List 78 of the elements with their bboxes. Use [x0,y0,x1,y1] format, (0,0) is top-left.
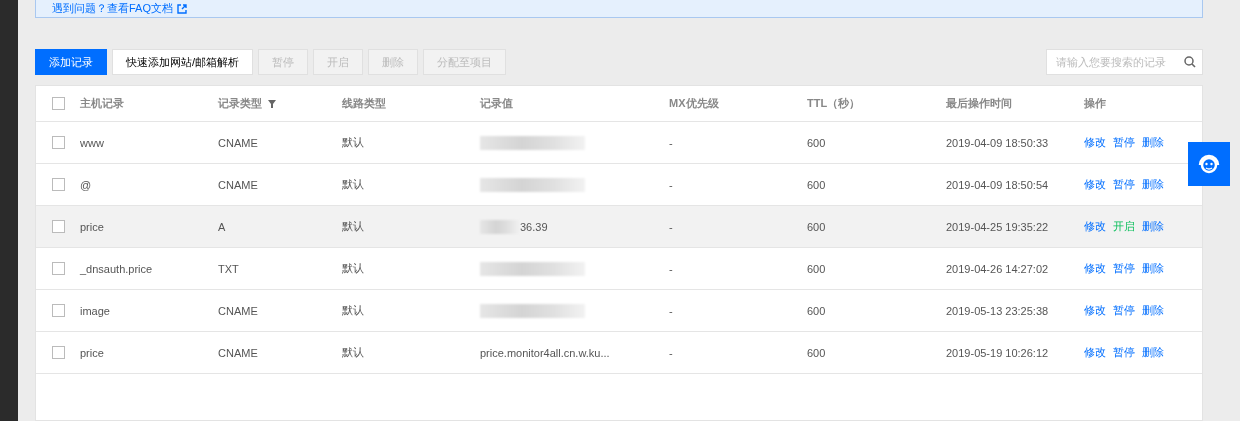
table-cell-text: _dnsauth.price [80,262,154,275]
action-link[interactable]: 修改 [1084,345,1106,360]
table-cell: price.monitor4all.cn.w.ku... [480,346,610,359]
row-checkbox[interactable] [51,220,65,233]
search-icon[interactable] [1184,56,1196,68]
table-cell-text: @ [80,178,93,191]
column-header: 线路类型 [342,96,387,111]
action-link[interactable]: 删除 [1142,135,1164,150]
table-cell-text: image [80,304,111,317]
select-all-checkbox[interactable] [51,97,65,110]
column-header: 记录类型 [218,96,342,111]
table-cell-text: 2019-04-09 18:50:33 [946,136,1050,149]
table-cell-text: 默认 [342,303,365,318]
table-cell-text: 600 [807,178,827,191]
action-link[interactable]: 删除 [1142,303,1164,318]
column-header: TTL（秒） [807,96,862,111]
table-cell-text: - [669,178,674,191]
table-cell-text: 默认 [342,135,365,150]
table-cell-text: A [218,220,227,233]
column-header: MX优先级 [669,96,720,111]
table-cell-text: 600 [807,136,827,149]
table-cell-text: www [80,136,105,149]
table-cell-text: 2019-04-25 19:35:22 [946,220,1050,233]
table-cell-text: CNAME [218,136,259,149]
table-cell-text: CNAME [218,304,259,317]
table-cell-text: price [80,220,105,233]
table-cell-text: - [669,346,674,359]
external-link-icon [177,3,187,14]
table-cell-text: 2019-04-09 18:50:54 [946,178,1050,191]
table-cell-text: price [80,346,105,359]
column-header: 记录值 [480,96,514,111]
table-cell-text: 默认 [342,219,365,234]
column-header: 操作 [1084,96,1107,111]
table-cell-text: CNAME [218,178,259,191]
table-cell-text: 600 [807,304,827,317]
action-link[interactable]: 暂停 [1113,261,1135,276]
action-link[interactable]: 修改 [1084,303,1106,318]
table-cell-text: 2019-05-19 10:26:12 [946,346,1050,359]
toolbar-button[interactable]: 快速添加网站/邮箱解析 [112,49,254,75]
action-link[interactable]: 暂停 [1113,345,1135,360]
filter-icon[interactable] [268,99,276,108]
row-checkbox[interactable] [51,346,65,359]
row-checkbox[interactable] [51,136,65,149]
table-cell-text: - [669,262,674,275]
table-cell-text: 600 [807,262,827,275]
table-cell-text: 默认 [342,261,365,276]
table-cell-text: - [669,220,674,233]
search-field[interactable]: 请输入您要搜索的记录 [1046,49,1203,75]
table-cell-text: 2019-04-26 14:27:02 [946,262,1050,275]
table-cell: 36.39 [520,220,548,233]
table-cell-text: 默认 [342,345,365,360]
column-header: 主机记录 [80,96,125,111]
action-link[interactable]: 删除 [1142,177,1164,192]
row-checkbox[interactable] [51,304,65,317]
table-cell-text: CNAME [218,346,259,359]
table-cell-text: - [669,136,674,149]
action-link[interactable]: 修改 [1084,135,1106,150]
row-checkbox[interactable] [51,178,65,191]
action-link[interactable]: 修改 [1084,261,1106,276]
row-checkbox[interactable] [51,262,65,275]
action-link[interactable]: 暂停 [1113,135,1135,150]
action-link[interactable]: 删除 [1142,261,1164,276]
customer-service-button[interactable] [1188,142,1230,186]
faq-link[interactable]: 遇到问题？查看FAQ文档 [52,1,173,16]
action-link[interactable]: 暂停 [1113,303,1135,318]
table-cell-text: 600 [807,220,827,233]
table-cell-text: 默认 [342,177,365,192]
action-link[interactable]: 暂停 [1113,177,1135,192]
add-record-button[interactable]: 添加记录 [35,49,107,75]
table-cell-text: TXT [218,262,240,275]
action-link[interactable]: 修改 [1084,177,1106,192]
action-link[interactable]: 修改 [1084,219,1106,234]
action-link[interactable]: 删除 [1142,345,1164,360]
table-cell-text: 2019-05-13 23:25:38 [946,304,1050,317]
table-cell-text: - [669,304,674,317]
table-cell-text: 600 [807,346,827,359]
action-link[interactable]: 删除 [1142,219,1164,234]
column-header: 最后操作时间 [946,96,1013,111]
